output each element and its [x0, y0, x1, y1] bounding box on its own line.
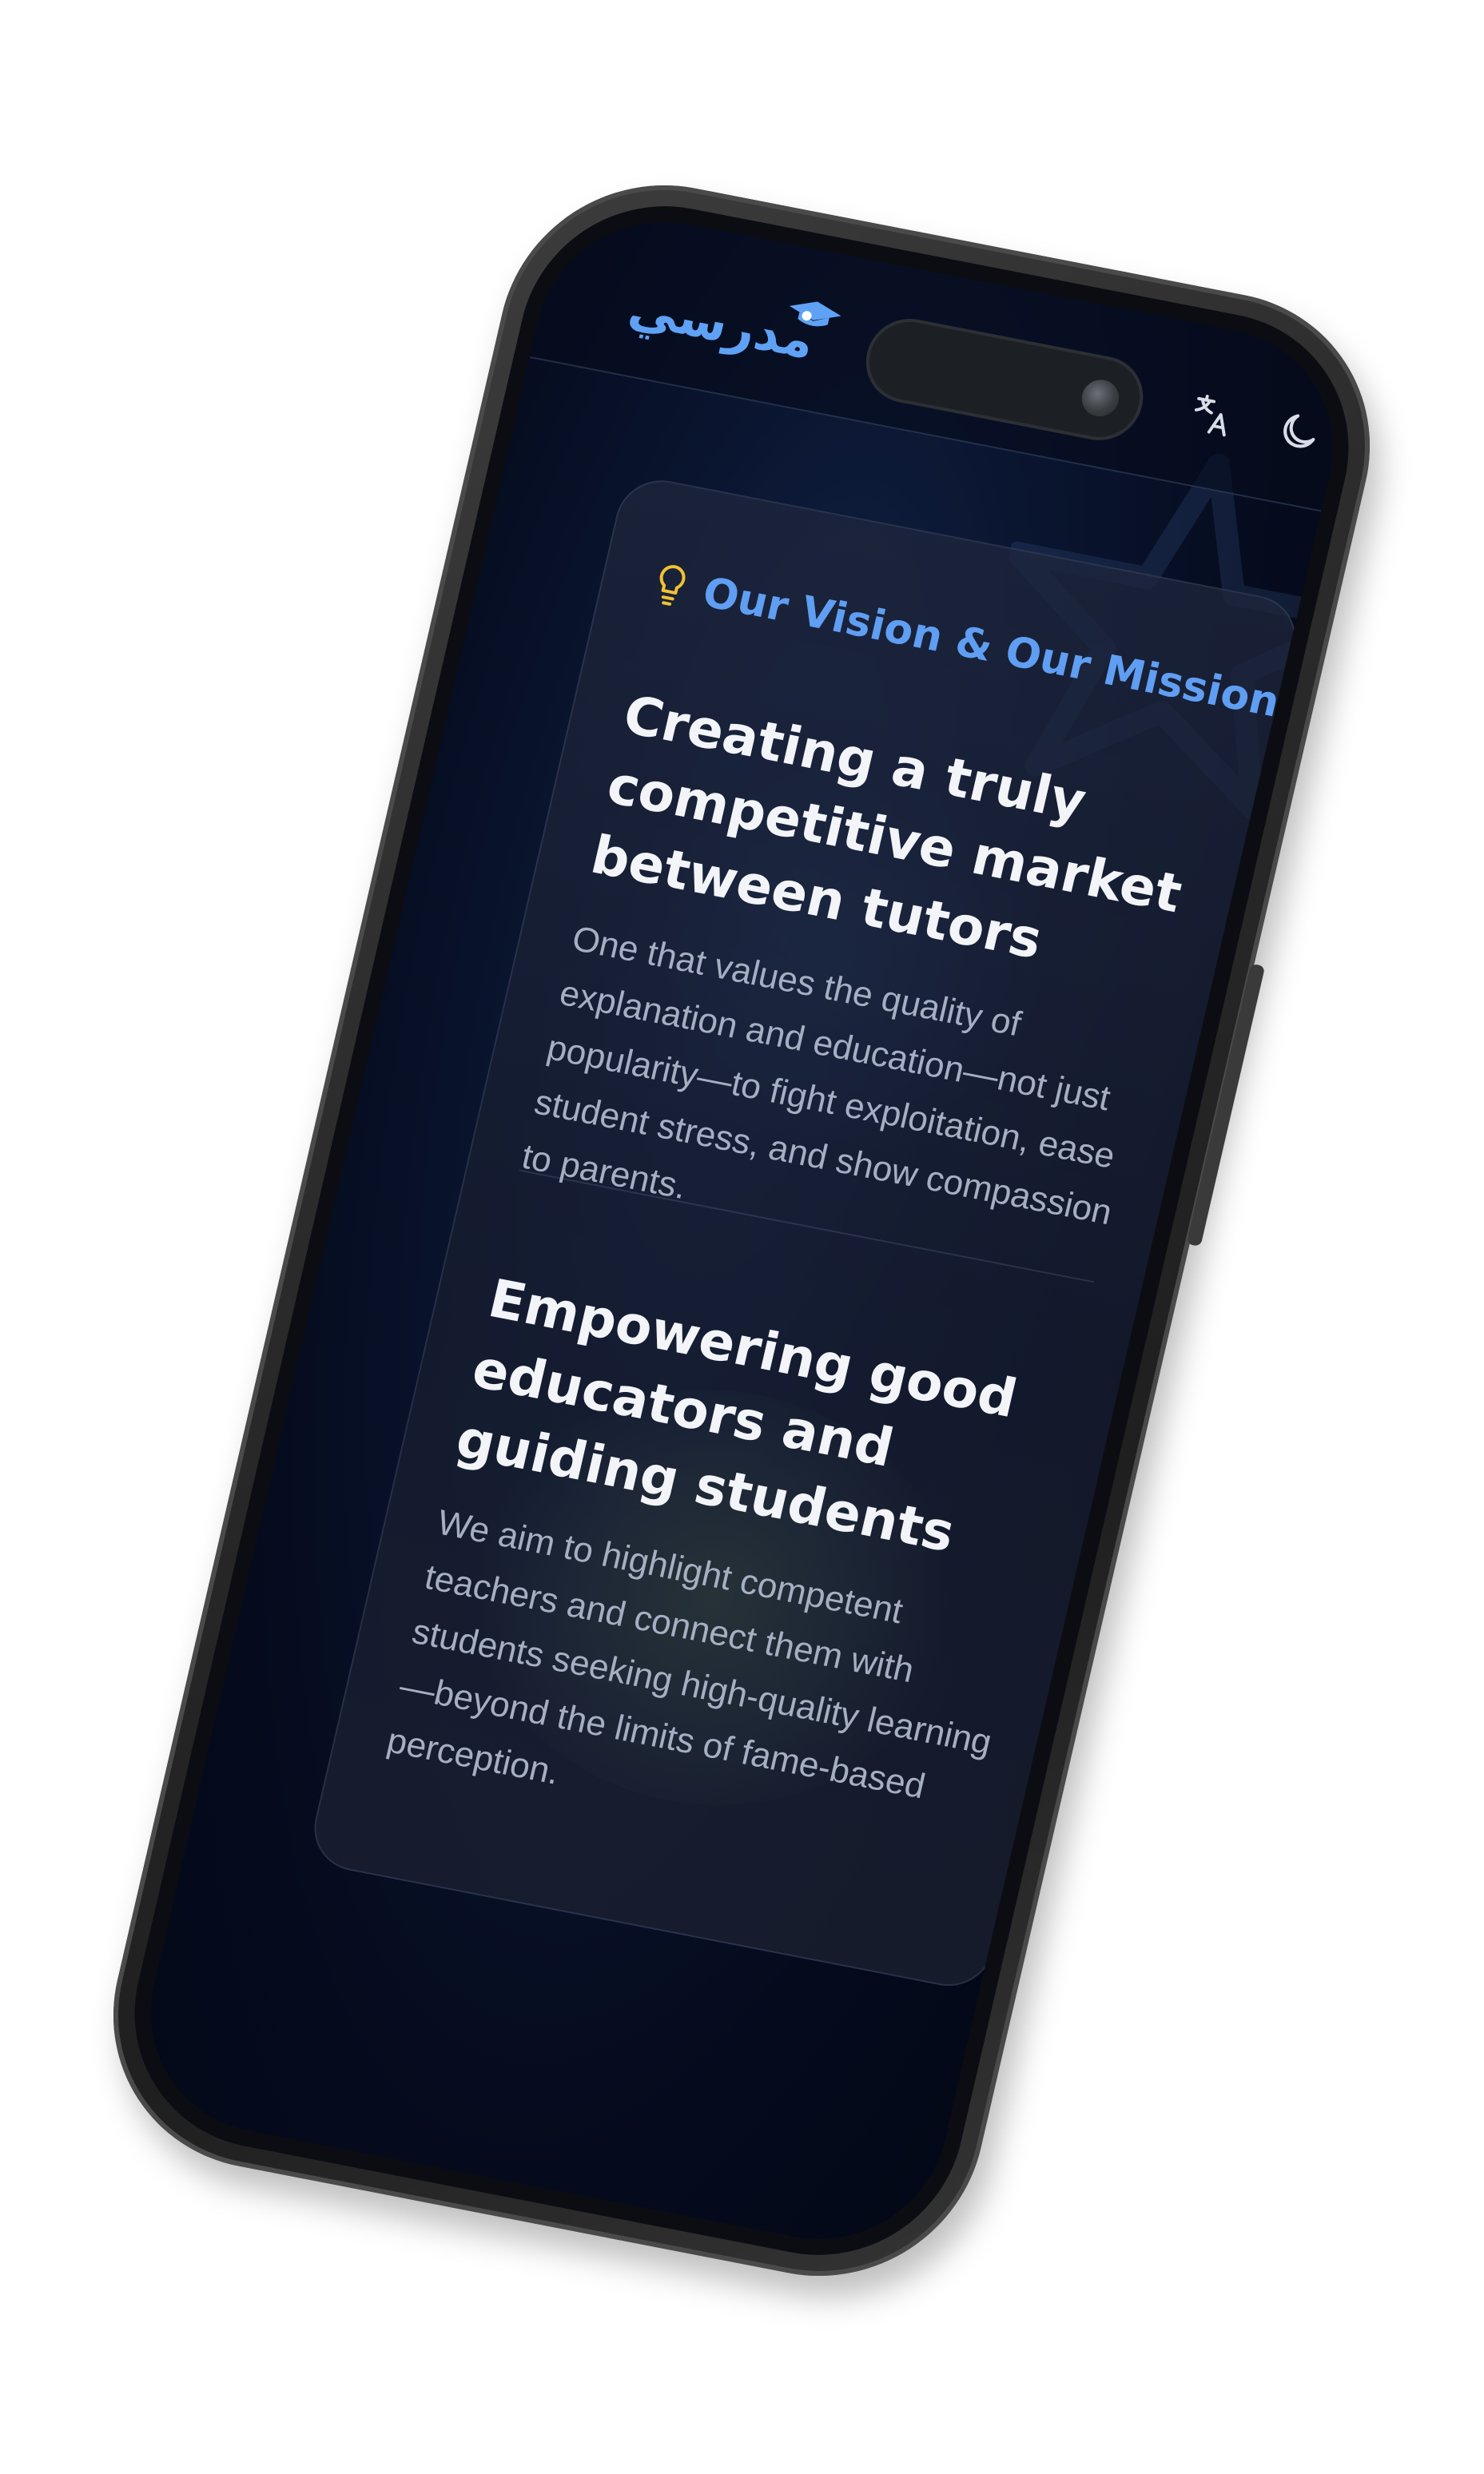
front-camera: [1078, 376, 1123, 420]
lightbulb-icon: [659, 565, 686, 606]
dynamic-island: [857, 311, 1152, 447]
mockup-stage: مدرسي Our Vision & Our Mission Creating …: [0, 0, 1484, 2474]
vision-section: Creating a truly competitive market betw…: [516, 679, 1214, 1297]
phone-device: مدرسي Our Vision & Our Mission Creating …: [82, 157, 1402, 2304]
moon-icon[interactable]: [1271, 405, 1327, 459]
section-eyebrow: Our Vision & Our Mission: [698, 568, 1284, 727]
mission-section: Empowering good educators and guiding st…: [381, 1263, 1079, 1881]
translate-icon[interactable]: [1185, 388, 1241, 443]
